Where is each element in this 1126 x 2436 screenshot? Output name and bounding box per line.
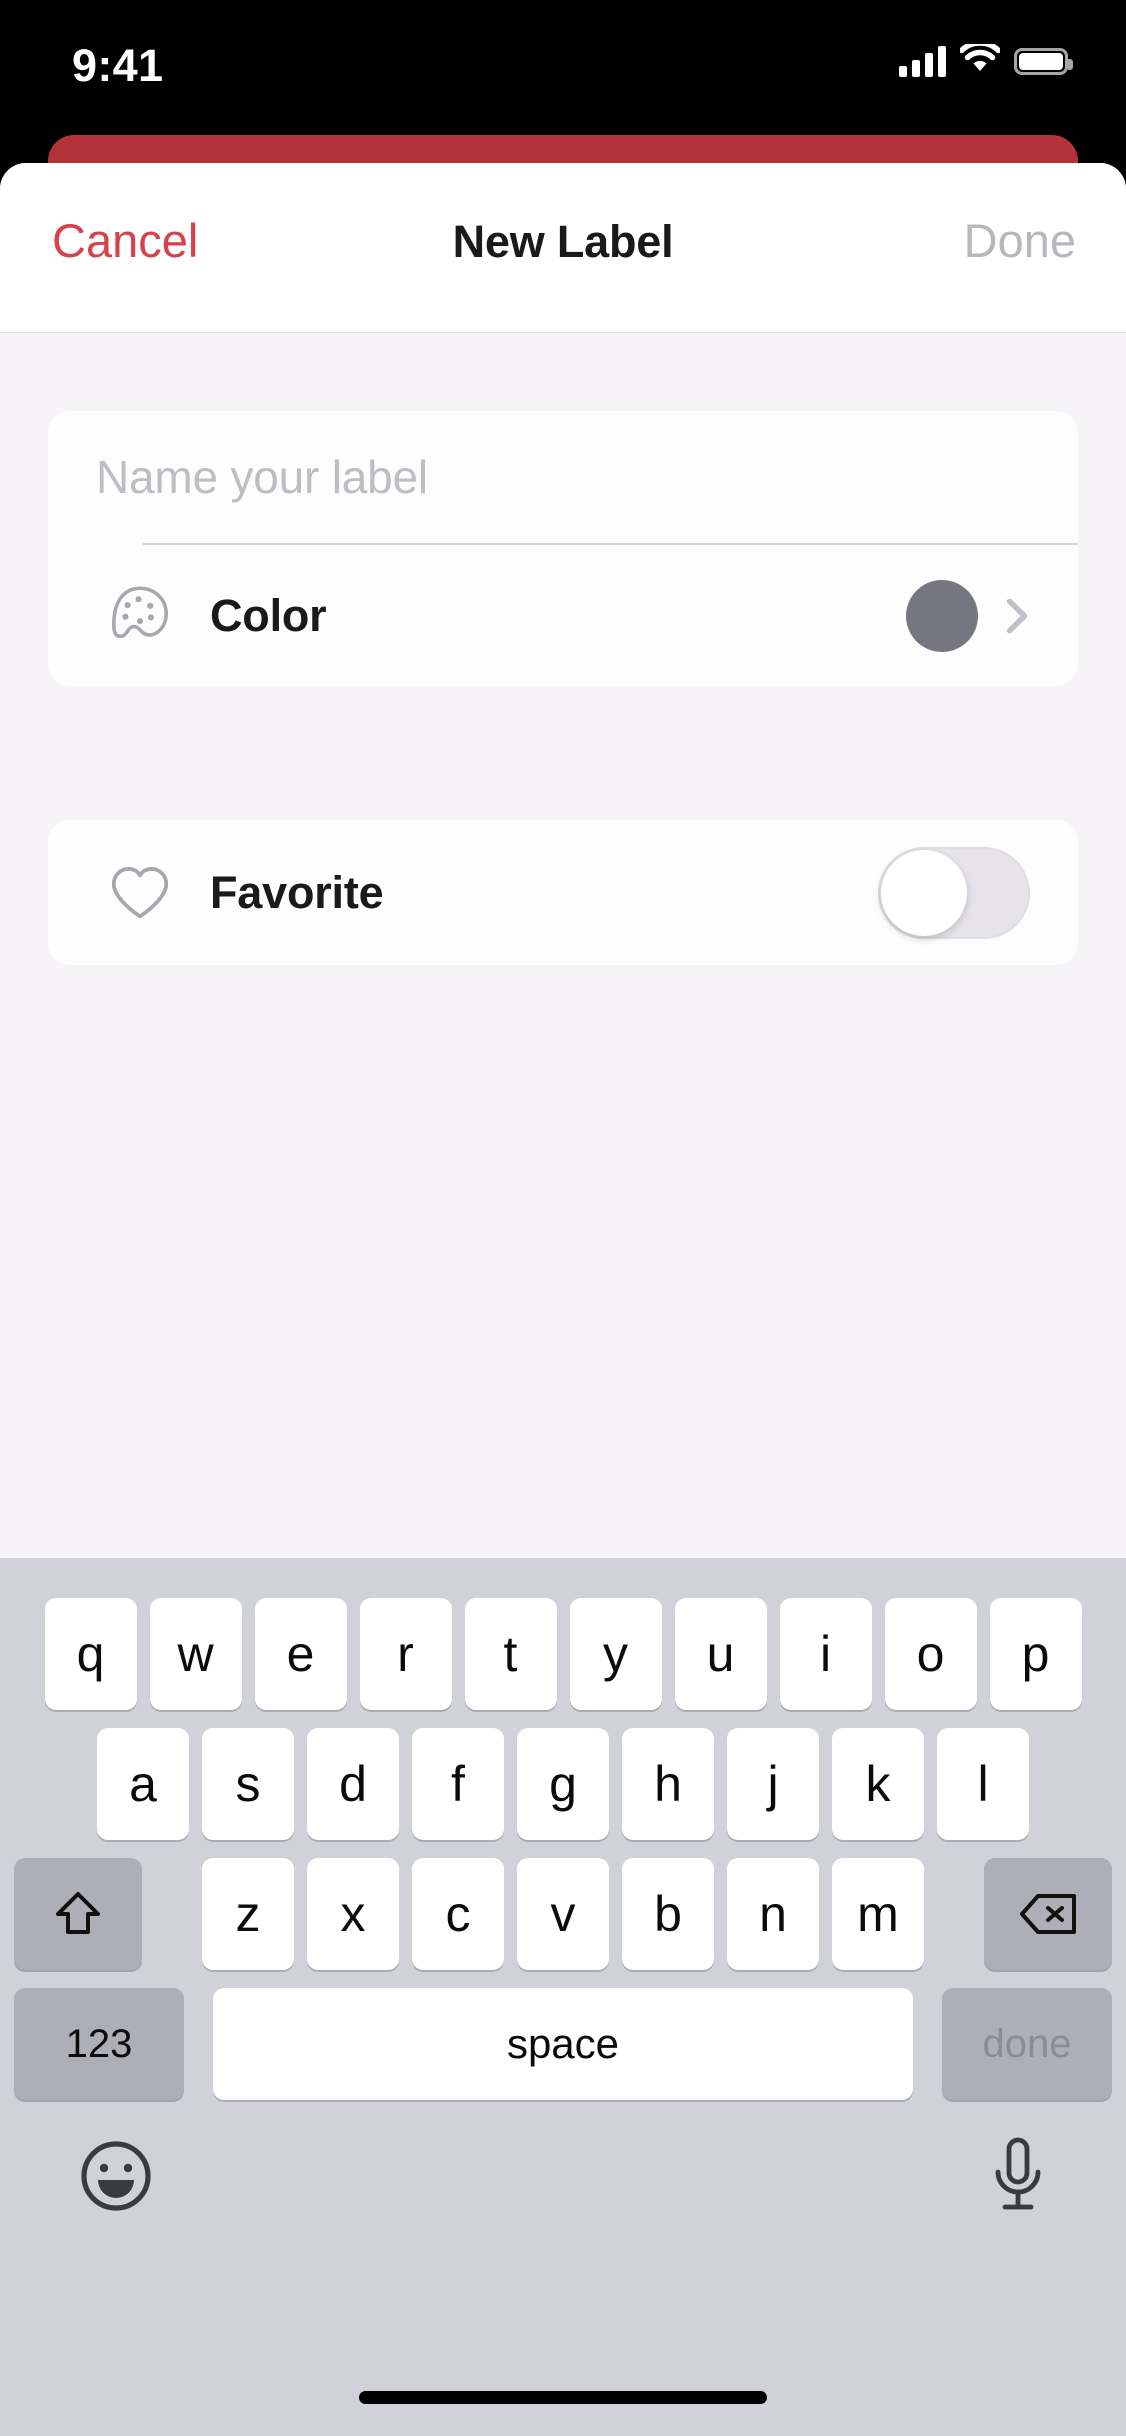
done-button[interactable]: Done xyxy=(964,213,1076,268)
keyboard-row-4: 123 space done xyxy=(0,1988,1126,2100)
label-details-card: Color xyxy=(48,411,1078,686)
key-w[interactable]: w xyxy=(149,1598,242,1710)
wifi-icon xyxy=(958,40,1002,79)
keyboard-utility-row xyxy=(0,2118,1126,2318)
battery-full-icon xyxy=(1014,48,1073,75)
favorite-row[interactable]: Favorite xyxy=(48,820,1078,965)
delete-backward-icon xyxy=(1020,1894,1076,1934)
key-l[interactable]: l xyxy=(937,1728,1029,1840)
key-q[interactable]: q xyxy=(44,1598,137,1710)
space-key[interactable]: space xyxy=(213,1988,913,2100)
key-f[interactable]: f xyxy=(412,1728,504,1840)
keyboard-done-key[interactable]: done xyxy=(942,1988,1112,2100)
key-z[interactable]: z xyxy=(202,1858,294,1970)
key-v[interactable]: v xyxy=(517,1858,609,1970)
key-a[interactable]: a xyxy=(97,1728,189,1840)
key-p[interactable]: p xyxy=(989,1598,1082,1710)
key-g[interactable]: g xyxy=(517,1728,609,1840)
toggle-knob xyxy=(881,849,967,936)
favorite-toggle[interactable] xyxy=(878,846,1030,939)
phone-screen: 9:41 Cancel New Label Done Name your lab… xyxy=(0,0,1126,2436)
favorite-card: Favorite xyxy=(48,820,1078,965)
status-time: 9:41 xyxy=(72,40,164,91)
key-o[interactable]: o xyxy=(884,1598,977,1710)
color-swatch[interactable] xyxy=(906,579,978,652)
key-m[interactable]: m xyxy=(832,1858,924,1970)
cellular-signal-icon xyxy=(899,46,946,77)
key-e[interactable]: e xyxy=(254,1598,347,1710)
key-d[interactable]: d xyxy=(307,1728,399,1840)
key-b[interactable]: b xyxy=(622,1858,714,1970)
keyboard-row-1: qwertyuiop xyxy=(0,1598,1126,1710)
onscreen-keyboard: qwertyuiop asdfghjkl zxcvbnm 123 space d… xyxy=(0,1558,1126,2436)
key-u[interactable]: u xyxy=(674,1598,767,1710)
home-indicator xyxy=(359,2391,767,2404)
shift-arrow-icon xyxy=(56,1892,100,1934)
key-y[interactable]: y xyxy=(569,1598,662,1710)
page-title: New Label xyxy=(452,216,674,267)
key-k[interactable]: k xyxy=(832,1728,924,1840)
key-n[interactable]: n xyxy=(727,1858,819,1970)
color-row-label: Color xyxy=(210,589,327,641)
shift-key[interactable] xyxy=(14,1858,142,1970)
key-s[interactable]: s xyxy=(202,1728,294,1840)
chevron-right-icon xyxy=(1006,597,1028,635)
keyboard-row-3: zxcvbnm xyxy=(0,1858,1126,1970)
keyboard-row-2: asdfghjkl xyxy=(0,1728,1126,1840)
color-row[interactable]: Color xyxy=(48,545,1078,686)
key-r[interactable]: r xyxy=(359,1598,452,1710)
key-c[interactable]: c xyxy=(412,1858,504,1970)
status-indicators xyxy=(899,40,1073,79)
favorite-row-label: Favorite xyxy=(210,866,384,918)
emoji-key[interactable] xyxy=(78,2138,154,2217)
paint-palette-icon xyxy=(84,581,196,651)
key-i[interactable]: i xyxy=(779,1598,872,1710)
keyboard-row-3-letters: zxcvbnm xyxy=(202,1858,924,1970)
emoji-smiley-icon xyxy=(81,2141,151,2211)
key-x[interactable]: x xyxy=(307,1858,399,1970)
heart-outline-icon xyxy=(84,858,196,928)
dictation-key[interactable] xyxy=(988,2134,1048,2221)
navigation-bar: Cancel New Label Done xyxy=(0,163,1126,333)
key-h[interactable]: h xyxy=(622,1728,714,1840)
delete-key[interactable] xyxy=(984,1858,1112,1970)
key-t[interactable]: t xyxy=(464,1598,557,1710)
status-bar: 9:41 xyxy=(0,0,1126,135)
name-field-row xyxy=(48,411,1078,543)
microphone-icon xyxy=(995,2137,1041,2210)
numbers-key[interactable]: 123 xyxy=(14,1988,184,2100)
label-name-input[interactable] xyxy=(48,450,1078,504)
key-j[interactable]: j xyxy=(727,1728,819,1840)
